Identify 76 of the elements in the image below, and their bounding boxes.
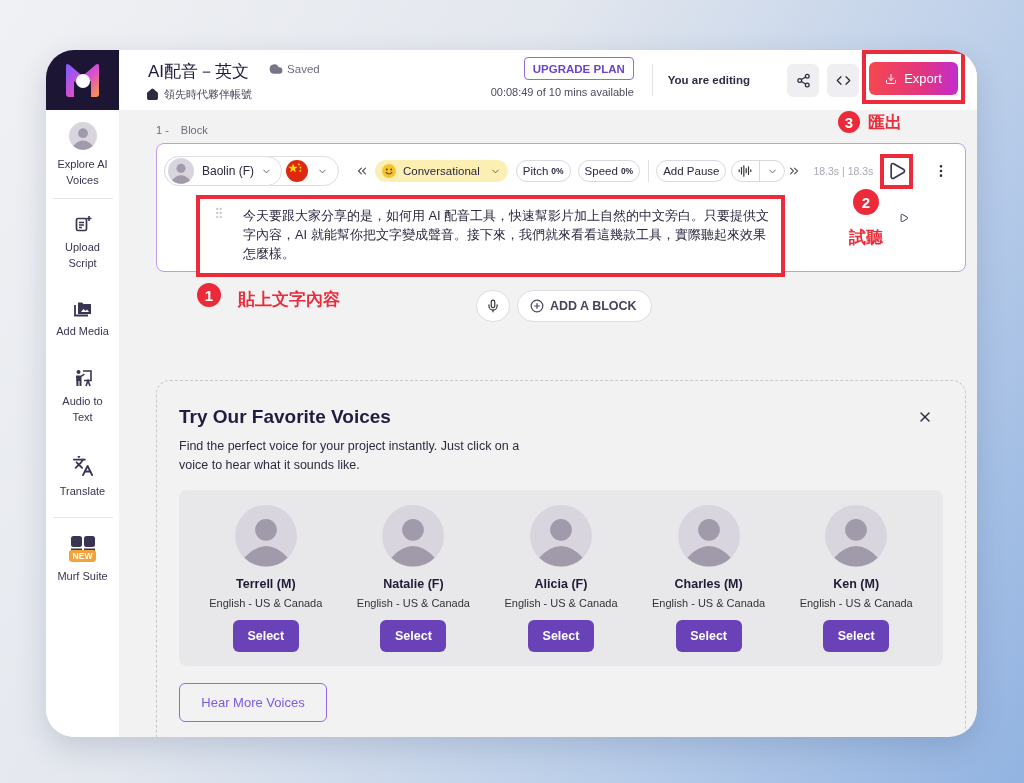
- select-button[interactable]: Select: [232, 620, 299, 652]
- voice-name: Alicia (F): [534, 577, 588, 591]
- select-button[interactable]: Select: [823, 620, 890, 652]
- pitch-button[interactable]: Pitch 0%: [515, 160, 571, 182]
- voice-selector[interactable]: Baolin (F): [164, 156, 282, 186]
- pronunciation-button[interactable]: [731, 160, 786, 182]
- annotation-label: 試聽: [849, 228, 883, 247]
- voice-name: Ken (M): [833, 577, 880, 591]
- hear-more-voices-button[interactable]: Hear More Voices: [179, 683, 327, 722]
- voice-name: Charles (M): [674, 577, 743, 591]
- cloud-icon: [269, 62, 284, 76]
- avatar-icon: [234, 505, 297, 567]
- add-block-button[interactable]: ADD A BLOCK: [517, 290, 652, 322]
- usage-text: 00:08:49 of 10 mins available: [490, 86, 634, 98]
- upgrade-plan-button[interactable]: UPGRADE PLAN: [523, 57, 634, 80]
- project-title: AI配音－英文: [148, 61, 250, 83]
- plus-circle-icon: [530, 299, 544, 313]
- avatar-icon: [530, 505, 592, 567]
- download-icon: [885, 72, 898, 85]
- annotation-label: 匯出: [868, 112, 902, 132]
- logo-icon[interactable]: [46, 50, 119, 110]
- style-selector[interactable]: Conversational: [375, 160, 508, 182]
- voice-language: English - US & Canada: [652, 597, 766, 609]
- workspace-name: 領先時代夥伴帳號: [164, 87, 252, 102]
- export-button[interactable]: Export: [869, 62, 958, 95]
- avatar-icon: [825, 505, 888, 567]
- microphone-icon: [486, 299, 500, 313]
- annotation-label: 貼上文字內容: [238, 290, 340, 309]
- save-status: Saved: [287, 63, 320, 75]
- add-pause-button[interactable]: Add Pause: [656, 160, 727, 182]
- voice-language: English - US & Canada: [209, 597, 323, 609]
- grid-icon: [70, 536, 95, 551]
- step-marker: 3: [838, 111, 860, 133]
- sidebar-item[interactable]: Translate: [49, 455, 116, 499]
- presenter-icon: [73, 369, 92, 387]
- double-chevron-left-icon[interactable]: [355, 164, 369, 178]
- duration-text: 18.3s | 18.3s: [813, 165, 874, 177]
- home-icon: [146, 88, 159, 101]
- script-input[interactable]: 今天要跟大家分享的是，如何用 AI 配音工具，快速幫影片加上自然的中文旁白。只要提供文字內容，AI 就能幫你把文字變成聲音。接下來，我們就來看看這幾款工具，實際聽起來效果怎麼樣。: [242, 206, 775, 263]
- share-icon: [795, 72, 811, 88]
- select-button[interactable]: Select: [528, 620, 594, 652]
- step-marker: 1: [197, 283, 221, 307]
- avatar-icon: [168, 158, 194, 184]
- flag-icon: [286, 160, 308, 182]
- share-button[interactable]: [787, 63, 819, 97]
- sidebar-item[interactable]: Explore AI Voices: [49, 122, 116, 188]
- block-label: Block: [180, 123, 208, 138]
- media-folder-icon: [73, 301, 92, 317]
- sidebar-item[interactable]: NEW Murf Suite: [49, 536, 116, 584]
- voice-language: English - US & Canada: [356, 597, 470, 609]
- avatar-icon: [677, 505, 740, 567]
- panel-title: Try Our Favorite Voices: [179, 405, 391, 429]
- voice-name: Terrell (M): [236, 577, 296, 591]
- embed-button[interactable]: [827, 63, 859, 97]
- sidebar-item[interactable]: Upload Script: [49, 215, 116, 271]
- avatar-icon: [382, 505, 445, 567]
- select-button[interactable]: Select: [675, 620, 742, 652]
- sound-wave-icon: [738, 164, 753, 178]
- translate-icon: [71, 455, 94, 477]
- document-plus-icon: [73, 215, 92, 233]
- editing-status: You are editing: [667, 74, 750, 86]
- speed-button[interactable]: Speed 0%: [577, 160, 641, 182]
- avatar-icon: [68, 122, 97, 150]
- sidebar-item[interactable]: Audio to Text: [49, 369, 116, 425]
- play-icon[interactable]: [899, 213, 909, 223]
- smiley-icon: [382, 164, 396, 178]
- select-button[interactable]: Select: [380, 620, 447, 652]
- block-number: 1 -: [156, 123, 169, 138]
- new-badge: NEW: [68, 550, 97, 562]
- voice-language: English - US & Canada: [799, 597, 913, 609]
- voice-name: Natalie (F): [383, 577, 444, 591]
- sidebar-item[interactable]: Add Media: [49, 301, 116, 339]
- panel-description: Find the perfect voice for your project instantly. Just click on a voice to hear what it sounds like.: [179, 438, 521, 474]
- step-marker: 2: [853, 189, 879, 215]
- voice-language: English - US & Canada: [504, 597, 618, 609]
- microphone-button[interactable]: [476, 290, 510, 322]
